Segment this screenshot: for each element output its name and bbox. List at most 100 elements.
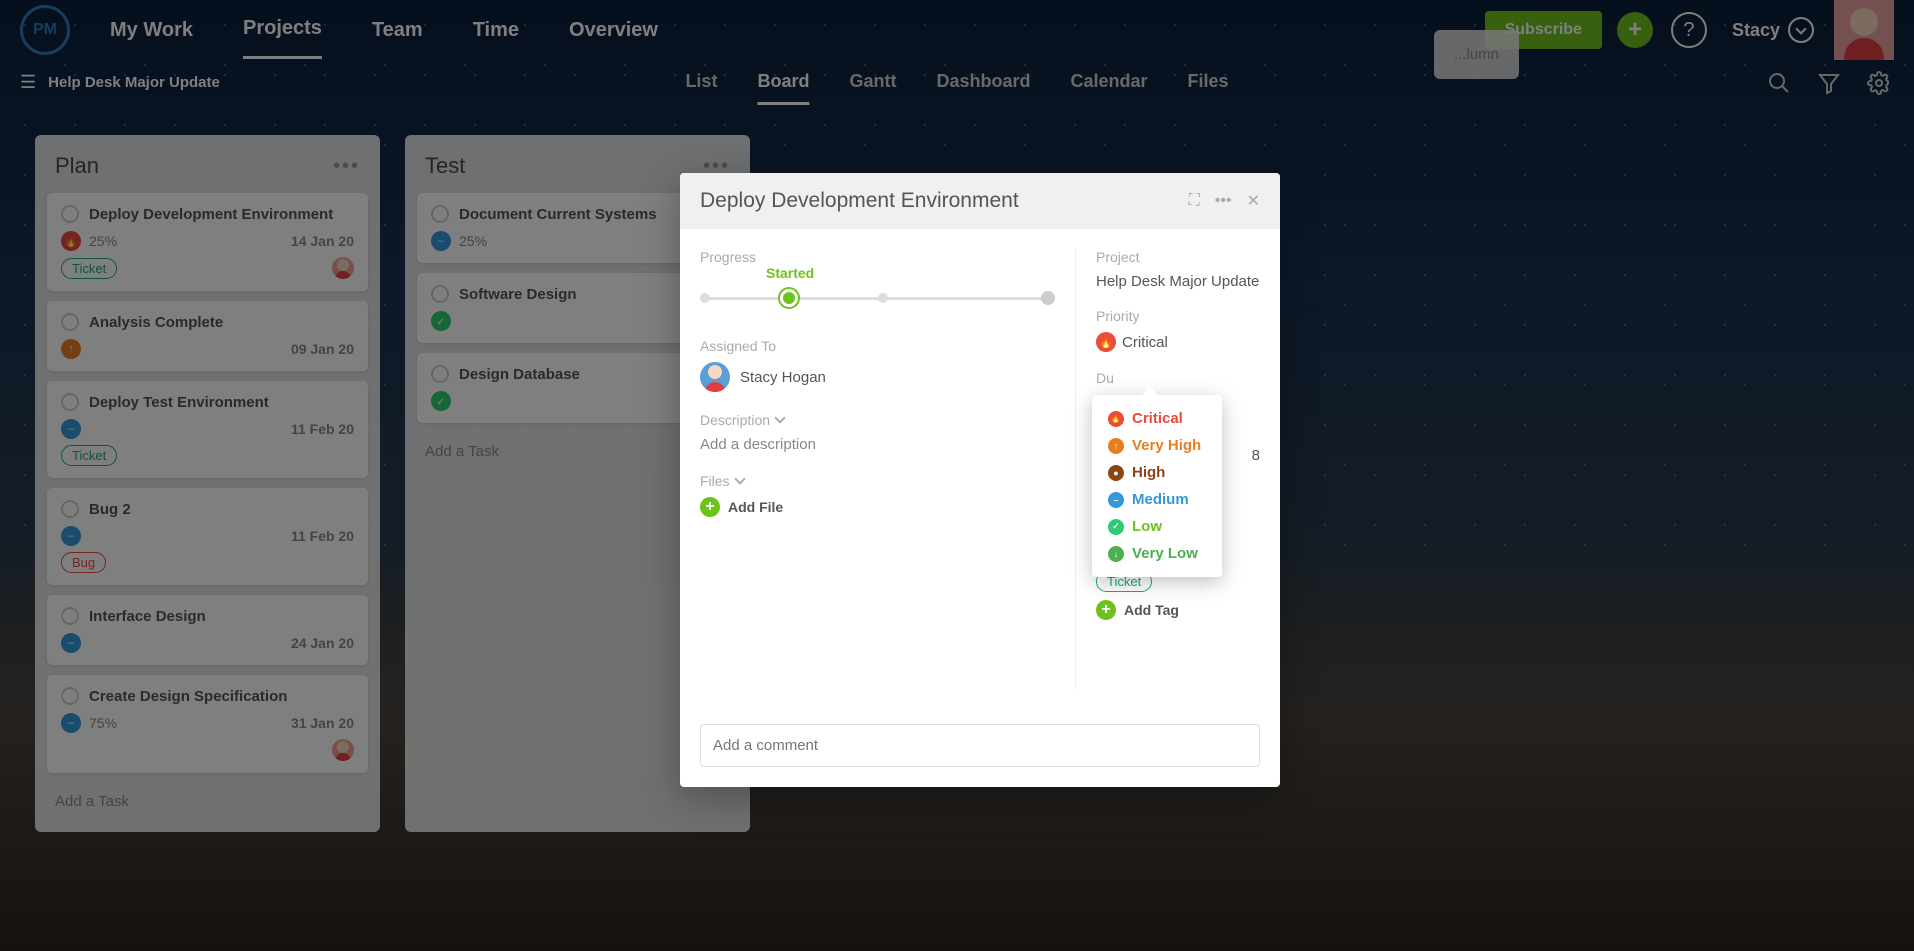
task-date: 09 Jan 20 — [291, 341, 354, 357]
task-title: Document Current Systems — [459, 206, 657, 223]
task-checkbox[interactable] — [61, 500, 79, 518]
task-title: Create Design Specification — [89, 688, 287, 705]
task-checkbox[interactable] — [61, 687, 79, 705]
task-tag: Bug — [61, 552, 106, 573]
task-checkbox[interactable] — [61, 313, 79, 331]
task-title: Deploy Test Environment — [89, 394, 269, 411]
chevron-down-icon — [774, 412, 785, 423]
task-card[interactable]: Create Design Specification–75% 31 Jan 20 — [47, 675, 368, 773]
priority-dropdown: 🔥Critical↑Very High●High–Medium✓Low↓Very… — [1092, 395, 1222, 577]
nav-projects[interactable]: Projects — [243, 1, 322, 59]
priority-icon: – — [61, 713, 81, 733]
project-title: Help Desk Major Update — [48, 74, 220, 91]
priority-icon: – — [61, 526, 81, 546]
add-tag-button[interactable]: + Add Tag — [1096, 600, 1260, 620]
view-gantt[interactable]: Gantt — [849, 61, 896, 105]
priority-option[interactable]: ↑Very High — [1092, 432, 1222, 459]
filter-icon[interactable] — [1814, 68, 1844, 98]
task-title: Analysis Complete — [89, 314, 223, 331]
progress-label: Progress — [700, 249, 1055, 265]
priority-option[interactable]: ✓Low — [1092, 513, 1222, 540]
comment-input[interactable] — [700, 724, 1260, 767]
task-checkbox[interactable] — [431, 205, 449, 223]
user-menu[interactable]: Stacy — [1732, 20, 1780, 41]
expand-icon[interactable]: ⛶ — [1189, 192, 1200, 210]
files-section[interactable]: Files — [700, 473, 1055, 489]
priority-icon: ✓ — [431, 311, 451, 331]
priority-option[interactable]: 🔥Critical — [1092, 405, 1222, 432]
task-checkbox[interactable] — [61, 393, 79, 411]
task-checkbox[interactable] — [431, 285, 449, 303]
view-board[interactable]: Board — [757, 61, 809, 105]
column-title: Plan — [55, 153, 99, 179]
plus-icon: + — [1096, 600, 1116, 620]
description-input[interactable]: Add a description — [700, 436, 1055, 453]
column-title: Test — [425, 153, 465, 179]
flame-icon: 🔥 — [1096, 332, 1116, 352]
task-date: 24 Jan 20 — [291, 635, 354, 651]
assigned-user[interactable]: Stacy Hogan — [700, 362, 1055, 392]
view-dashboard[interactable]: Dashboard — [936, 61, 1030, 105]
priority-icon: ↓ — [1108, 546, 1124, 562]
task-title: Design Database — [459, 366, 580, 383]
progress-thumb[interactable] — [780, 289, 798, 307]
task-checkbox[interactable] — [61, 205, 79, 223]
nav-mywork[interactable]: My Work — [110, 3, 193, 58]
assignee-avatar — [700, 362, 730, 392]
assigned-label: Assigned To — [700, 338, 1055, 354]
task-date: 11 Feb 20 — [291, 528, 354, 544]
help-icon[interactable]: ? — [1671, 12, 1707, 48]
view-files[interactable]: Files — [1188, 61, 1229, 105]
task-date: 11 Feb 20 — [291, 421, 354, 437]
task-card[interactable]: Analysis Complete ↑ 09 Jan 20 — [47, 301, 368, 371]
description-section[interactable]: Description — [700, 412, 1055, 428]
priority-icon: – — [61, 633, 81, 653]
sub-nav: ☰ Help Desk Major Update List Board Gant… — [0, 60, 1914, 105]
priority-icon: – — [431, 231, 451, 251]
priority-icon: ✓ — [431, 391, 451, 411]
priority-option[interactable]: ●High — [1092, 459, 1222, 486]
add-global-button[interactable]: + — [1617, 12, 1653, 48]
task-card[interactable]: Interface Design– 24 Jan 20 — [47, 595, 368, 665]
plus-icon: + — [700, 497, 720, 517]
task-checkbox[interactable] — [61, 607, 79, 625]
task-checkbox[interactable] — [431, 365, 449, 383]
assignee-avatar-icon — [332, 739, 354, 761]
add-file-button[interactable]: + Add File — [700, 497, 1055, 517]
task-percent: 25% — [459, 233, 487, 249]
column-menu-icon[interactable]: ••• — [333, 155, 360, 178]
priority-icon: ↑ — [61, 339, 81, 359]
priority-option[interactable]: ↓Very Low — [1092, 540, 1222, 567]
view-list[interactable]: List — [685, 61, 717, 105]
nav-time[interactable]: Time — [473, 3, 519, 58]
priority-icon: 🔥 — [1108, 411, 1124, 427]
settings-icon[interactable] — [1864, 68, 1894, 98]
add-task-button[interactable]: Add a Task — [47, 783, 368, 820]
modal-title: Deploy Development Environment — [700, 189, 1019, 213]
priority-selector[interactable]: 🔥 Critical — [1096, 332, 1260, 352]
task-tag: Ticket — [61, 258, 117, 279]
priority-icon: 🔥 — [61, 231, 81, 251]
nav-team[interactable]: Team — [372, 3, 423, 58]
task-card[interactable]: Bug 2–11 Feb 20Bug — [47, 488, 368, 585]
priority-icon: – — [61, 419, 81, 439]
task-date: 31 Jan 20 — [291, 715, 354, 731]
user-dropdown-icon[interactable] — [1788, 17, 1814, 43]
task-card[interactable]: Deploy Test Environment–11 Feb 20Ticket — [47, 381, 368, 478]
priority-option[interactable]: –Medium — [1092, 486, 1222, 513]
nav-overview[interactable]: Overview — [569, 3, 658, 58]
project-label: Project — [1096, 249, 1260, 265]
add-column[interactable]: ...lumn — [1434, 30, 1519, 79]
progress-slider[interactable]: Started — [700, 283, 1055, 313]
view-calendar[interactable]: Calendar — [1071, 61, 1148, 105]
close-icon[interactable]: ✕ — [1247, 191, 1260, 211]
more-icon[interactable]: ••• — [1215, 192, 1232, 210]
search-icon[interactable] — [1764, 68, 1794, 98]
task-title: Interface Design — [89, 608, 206, 625]
task-percent: 75% — [89, 715, 117, 731]
menu-icon[interactable]: ☰ — [20, 72, 36, 93]
logo[interactable]: PM — [20, 5, 70, 55]
user-avatar[interactable] — [1834, 0, 1894, 60]
priority-icon: ↑ — [1108, 438, 1124, 454]
task-card[interactable]: Deploy Development Environment🔥25%14 Jan… — [47, 193, 368, 291]
